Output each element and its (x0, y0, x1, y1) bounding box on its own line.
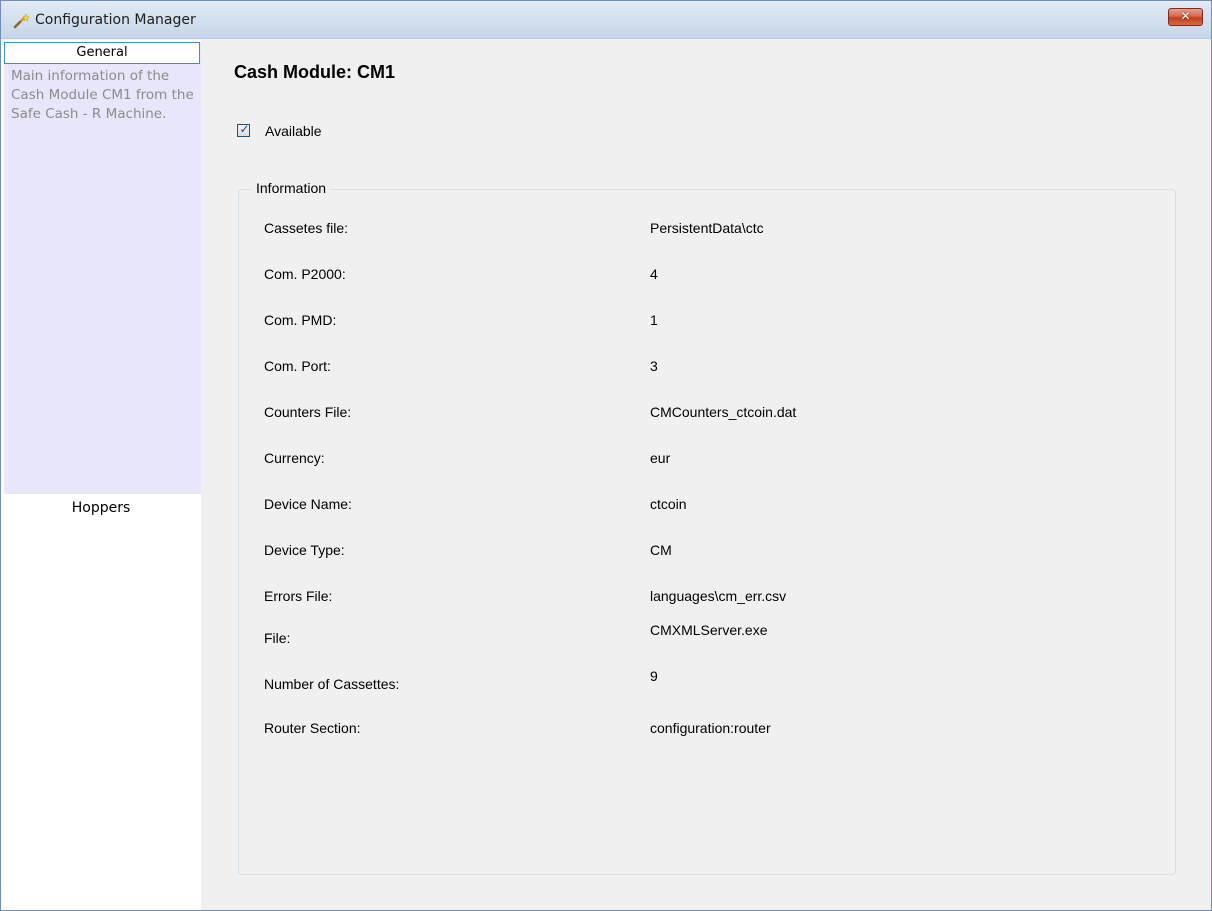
field-label-number-of-cassettes: Number of Cassettes: (264, 676, 400, 692)
sidebar-item-general[interactable]: General (4, 42, 200, 64)
close-button[interactable]: ✕ (1168, 8, 1203, 26)
field-label-router-section: Router Section: (264, 720, 361, 736)
sidebar: General Main information of the Cash Mod… (1, 40, 201, 910)
field-value-currency: eur (650, 450, 671, 466)
field-value-file: CMXMLServer.exe (650, 622, 768, 638)
field-value-device-name: ctcoin (650, 496, 687, 512)
title-bar[interactable]: Configuration Manager ✕ (1, 1, 1211, 39)
page-title: Cash Module: CM1 (234, 62, 396, 82)
field-value-com-port: 3 (650, 358, 658, 374)
field-value-router-section: configuration:router (650, 720, 771, 736)
available-checkbox[interactable]: ✓ (237, 122, 250, 137)
field-value-com-pmd: 1 (650, 312, 658, 328)
checkmark-icon: ✓ (239, 122, 250, 136)
field-value-errors-file: languages\cm_err.csv (650, 588, 787, 604)
field-label-file: File: (264, 630, 291, 646)
field-label-currency: Currency: (264, 450, 325, 466)
field-label-device-name: Device Name: (264, 496, 352, 512)
field-label-cassetes-file: Cassetes file: (264, 220, 349, 236)
field-label-counters-file: Counters File: (264, 404, 352, 420)
field-label-com-p2000: Com. P2000: (264, 266, 346, 282)
sidebar-item-hoppers[interactable]: Hoppers (1, 494, 201, 522)
window-title: Configuration Manager (35, 12, 196, 28)
field-value-device-type: CM (650, 542, 672, 558)
field-value-number-of-cassettes: 9 (650, 668, 658, 684)
field-value-counters-file: CMCounters_ctcoin.dat (650, 404, 797, 420)
field-label-errors-file: Errors File: (264, 588, 333, 604)
information-group-title: Information (252, 180, 331, 196)
field-value-com-p2000: 4 (650, 266, 658, 282)
field-label-com-port: Com. Port: (264, 358, 331, 374)
sidebar-general-description: Main information of the Cash Module CM1 … (11, 68, 194, 122)
field-value-cassetes-file: PersistentData\ctc (650, 220, 764, 236)
field-label-com-pmd: Com. PMD: (264, 312, 337, 328)
field-label-device-type: Device Type: (264, 542, 345, 558)
wand-icon (13, 13, 31, 29)
information-groupbox (238, 189, 1176, 875)
configuration-manager-window: Configuration Manager ✕ General Main inf… (0, 0, 1212, 911)
available-label: Available (265, 123, 322, 139)
main-content: Cash Module: CM1 ✓ Available Information… (201, 40, 1211, 910)
